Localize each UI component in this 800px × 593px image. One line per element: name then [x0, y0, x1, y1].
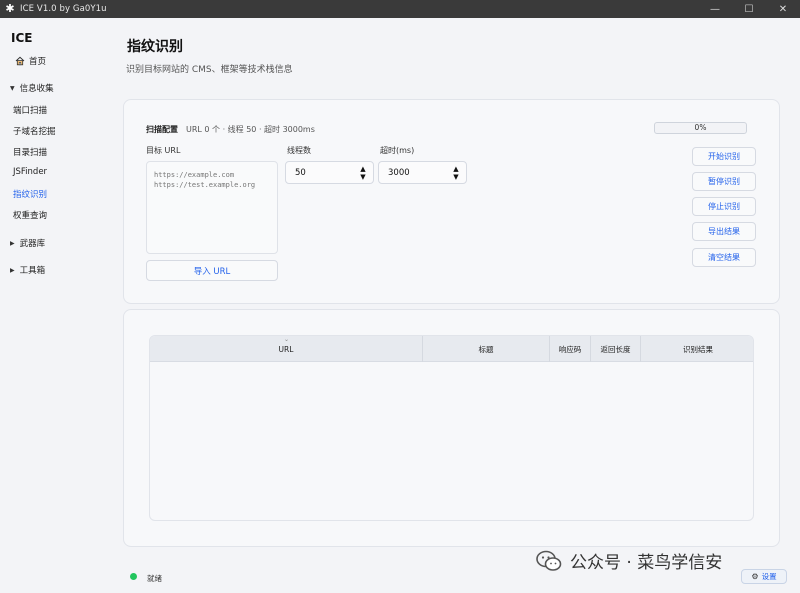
pause-button[interactable]: 暂停识别: [692, 172, 756, 191]
sidebar-item-home[interactable]: 首页: [15, 55, 46, 67]
page-subtitle: 识别目标网站的 CMS、框架等技术栈信息: [126, 65, 293, 75]
app-brand: ICE: [11, 31, 33, 45]
sidebar-item-port-scan[interactable]: 端口扫描: [13, 104, 47, 116]
import-url-button[interactable]: 导入 URL: [146, 260, 278, 281]
snowflake-icon: ✱: [5, 2, 15, 15]
settings-button[interactable]: ⚙ 设置: [741, 569, 787, 584]
target-url-label: 目标 URL: [146, 146, 181, 155]
close-button[interactable]: ✕: [766, 0, 800, 18]
minimize-button[interactable]: —: [698, 0, 732, 18]
sidebar-group-weapons[interactable]: ▶ 武器库: [10, 237, 45, 249]
sidebar-item-jsfinder[interactable]: JSFinder: [13, 167, 47, 177]
column-header-result[interactable]: 识别结果: [641, 336, 753, 362]
threads-stepper[interactable]: 50 ▲ ▼: [285, 161, 374, 184]
increment-icon[interactable]: ▲: [453, 165, 458, 173]
sidebar-item-weight[interactable]: 权重查询: [13, 209, 47, 221]
status-indicator: [130, 573, 137, 580]
sidebar-group-info[interactable]: ▼ 信息收集: [10, 82, 54, 94]
sidebar-group-tools[interactable]: ▶ 工具箱: [10, 264, 45, 276]
increment-icon[interactable]: ▲: [360, 165, 365, 173]
sidebar-group-label: 武器库: [19, 239, 46, 249]
stepper-arrows[interactable]: ▲ ▼: [449, 162, 463, 183]
home-icon: [15, 56, 25, 66]
column-header-title[interactable]: 标题: [423, 336, 550, 362]
caret-right-icon: ▶: [10, 239, 15, 247]
results-card: URL 标题 响应码 返回长度 识别结果 ⌄: [123, 309, 780, 547]
sort-indicator-icon: ⌄: [284, 336, 290, 343]
config-summary: URL 0 个 · 线程 50 · 超时 3000ms: [186, 125, 315, 134]
start-button[interactable]: 开始识别: [692, 147, 756, 166]
clear-button[interactable]: 清空结果: [692, 248, 756, 267]
status-text: 就绪: [147, 574, 162, 583]
main-content: 指纹识别 识别目标网站的 CMS、框架等技术栈信息 扫描配置 URL 0 个 ·…: [108, 18, 800, 593]
sidebar-group-label: 信息收集: [19, 84, 54, 94]
timeout-label: 超时(ms): [380, 146, 415, 155]
window-title: ICE V1.0 by Ga0Y1u: [20, 4, 107, 14]
table-header: URL 标题 响应码 返回长度 识别结果: [150, 336, 753, 362]
settings-label: 设置: [761, 572, 777, 581]
wechat-watermark: 公众号 · 菜鸟学信安: [536, 548, 722, 573]
page-title: 指纹识别: [127, 39, 183, 55]
sidebar-item-subdomain[interactable]: 子域名挖掘: [13, 125, 56, 137]
caret-down-icon: ▼: [10, 84, 15, 92]
sidebar-item-fingerprint[interactable]: 指纹识别: [13, 188, 47, 200]
maximize-button[interactable]: ☐: [732, 0, 766, 18]
progress-bar: 0%: [654, 122, 747, 134]
stepper-arrows[interactable]: ▲ ▼: [356, 162, 370, 183]
timeout-value[interactable]: 3000: [388, 168, 449, 178]
sidebar-group-label: 工具箱: [19, 266, 46, 276]
watermark-text: 公众号 · 菜鸟学信安: [570, 553, 723, 573]
sidebar: ICE 首页 ▼ 信息收集 端口扫描 子域名挖掘 目录扫描 JSFinder 指…: [0, 18, 108, 593]
target-url-input[interactable]: [146, 161, 278, 254]
progress-text: 0%: [694, 123, 707, 132]
window-controls: — ☐ ✕: [698, 0, 800, 18]
caret-right-icon: ▶: [10, 266, 15, 274]
title-bar: ✱ ICE V1.0 by Ga0Y1u — ☐ ✕: [0, 0, 800, 18]
export-button[interactable]: 导出结果: [692, 222, 756, 241]
scan-config-card: 扫描配置 URL 0 个 · 线程 50 · 超时 3000ms 0% 目标 U…: [123, 99, 780, 304]
threads-label: 线程数: [287, 146, 311, 155]
column-header-status[interactable]: 响应码: [550, 336, 591, 362]
config-title: 扫描配置: [146, 125, 178, 134]
timeout-stepper[interactable]: 3000 ▲ ▼: [378, 161, 467, 184]
sidebar-item-dir-scan[interactable]: 目录扫描: [13, 146, 47, 158]
decrement-icon[interactable]: ▼: [360, 173, 365, 181]
gear-icon: ⚙: [751, 572, 759, 581]
threads-value[interactable]: 50: [295, 168, 356, 178]
decrement-icon[interactable]: ▼: [453, 173, 458, 181]
stop-button[interactable]: 停止识别: [692, 197, 756, 216]
sidebar-item-label: 首页: [29, 57, 47, 67]
column-header-length[interactable]: 返回长度: [591, 336, 641, 362]
results-table: URL 标题 响应码 返回长度 识别结果 ⌄: [149, 335, 754, 521]
wechat-icon: [536, 550, 562, 571]
